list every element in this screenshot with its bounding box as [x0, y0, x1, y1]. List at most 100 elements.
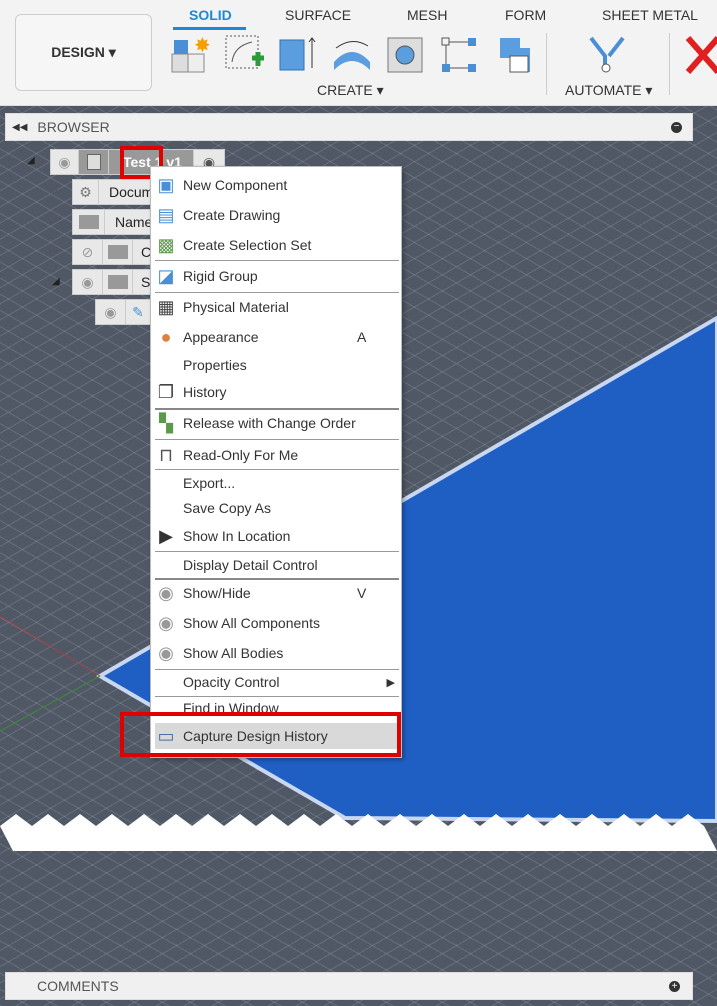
expand-triangle-icon[interactable]: ▷	[50, 215, 58, 226]
eye-icon[interactable]: ◉	[96, 300, 126, 324]
shortcut-key: A	[357, 329, 367, 345]
pattern-icon[interactable]	[438, 32, 482, 76]
menu-item-label: Opacity Control	[183, 674, 280, 690]
menu-item-show-hide[interactable]: ◉ Show/Hide V	[155, 580, 399, 606]
expand-triangle-icon[interactable]: ▷	[50, 185, 58, 196]
tab-surface[interactable]: SURFACE	[285, 7, 351, 23]
menu-icon-placeholder	[155, 472, 177, 494]
revolve-icon[interactable]	[330, 32, 374, 76]
submenu-arrow-icon: ▶	[386, 676, 395, 689]
node-label: S	[141, 274, 151, 290]
menu-item-export[interactable]: Export...	[155, 470, 399, 496]
menu-item-label: Rigid Group	[183, 268, 258, 284]
history-icon: ❐	[157, 381, 175, 402]
tab-solid[interactable]: SOLID	[189, 7, 232, 23]
tree-node-sketch[interactable]: ◉ ✎	[95, 299, 152, 325]
selection-set-icon: ▩	[157, 234, 175, 255]
menu-item-create-drawing[interactable]: ▤ Create Drawing	[155, 202, 399, 228]
browser-title: BROWSER	[37, 119, 110, 135]
new-component-icon: ▣	[157, 174, 175, 195]
automate-icon[interactable]	[585, 32, 629, 76]
menu-item-label: Physical Material	[183, 299, 289, 315]
y-axis-line	[0, 675, 101, 732]
menu-item-label: Read-Only For Me	[183, 447, 299, 463]
menu-item-label: Save Copy As	[183, 500, 271, 516]
rigid-group-icon: ◪	[157, 265, 175, 286]
expand-icon[interactable]: +	[669, 980, 680, 992]
eye-hidden-icon[interactable]: ⊘	[73, 240, 103, 264]
menu-item-release-with-change-order[interactable]: ▚ Release with Change Order	[155, 410, 399, 436]
expand-triangle-icon[interactable]: ◢	[52, 276, 60, 287]
expand-triangle-icon[interactable]: ◢	[27, 155, 35, 166]
menu-separator	[155, 408, 399, 410]
folder-icon	[103, 270, 133, 294]
menu-separator	[155, 292, 399, 293]
menu-item-label: Show All Components	[183, 615, 320, 631]
create-drawing-icon: ▤	[157, 204, 175, 225]
design-workspace-button[interactable]: DESIGN ▾	[15, 14, 152, 91]
node-label: Docum	[109, 184, 152, 200]
menu-separator	[155, 696, 399, 697]
menu-item-label: Show In Location	[183, 528, 291, 544]
close-icon[interactable]	[684, 32, 717, 76]
menu-item-label: Export...	[183, 475, 236, 491]
tab-mesh[interactable]: MESH	[407, 7, 447, 23]
browser-panel-header[interactable]: ◀◀ BROWSER −	[5, 113, 693, 141]
menu-separator	[155, 439, 399, 440]
eye-icon: ◉	[158, 642, 174, 663]
menu-separator	[155, 578, 399, 580]
menu-item-history[interactable]: ❐ History	[155, 379, 399, 405]
eye-icon[interactable]: ◉	[51, 150, 79, 174]
tree-node-document-settings[interactable]: ⚙ Docum	[72, 179, 152, 205]
menu-item-read-only-for-me[interactable]: ⊓ Read-Only For Me	[155, 442, 399, 468]
folder-icon	[73, 210, 105, 234]
menu-item-label: Release with Change Order	[183, 415, 356, 431]
expand-triangle-icon[interactable]: ▷	[50, 245, 58, 256]
menu-item-rigid-group[interactable]: ◪ Rigid Group	[155, 263, 399, 289]
tree-node-origin[interactable]: ⊘ C	[72, 239, 152, 265]
sketch-icon: ✎	[132, 303, 144, 320]
minimize-icon[interactable]: −	[671, 121, 682, 133]
menu-item-label: Show/Hide	[183, 585, 251, 601]
menu-item-physical-material[interactable]: ▦ Physical Material	[155, 294, 399, 320]
combine-icon[interactable]	[492, 32, 536, 76]
tree-node-sketches[interactable]: ◉ S	[72, 269, 152, 295]
menu-item-save-copy-as[interactable]: Save Copy As	[155, 495, 399, 521]
tab-sheet-metal[interactable]: SHEET METAL	[602, 7, 698, 23]
toolbar: DESIGN ▾ SOLID SURFACE MESH FORM SHEET M…	[0, 0, 717, 106]
menu-item-label: Create Selection Set	[183, 237, 312, 253]
active-tab-indicator	[173, 27, 246, 30]
context-menu: ▣ New Component ▤ Create Drawing ▩ Create Sel…	[150, 166, 402, 758]
svg-text:✸: ✸	[194, 35, 211, 57]
menu-item-label: Properties	[183, 357, 247, 373]
eye-icon[interactable]: ◉	[73, 270, 103, 294]
automate-menu[interactable]: AUTOMATE ▾	[565, 82, 652, 99]
new-component-icon[interactable]: ✸	[168, 32, 212, 76]
shortcut-key: V	[357, 585, 367, 601]
menu-item-display-detail-control[interactable]: Display Detail Control	[155, 552, 399, 578]
collapse-icon[interactable]: ◀◀	[12, 122, 27, 133]
menu-item-properties[interactable]: Properties	[155, 352, 399, 378]
show-location-icon: ▶	[159, 525, 173, 546]
create-sketch-icon[interactable]	[222, 32, 266, 76]
menu-item-create-selection-set[interactable]: ▩ Create Selection Set	[155, 232, 399, 258]
comments-panel-header[interactable]: COMMENTS +	[5, 972, 693, 1000]
hole-icon[interactable]	[384, 32, 428, 76]
menu-separator	[155, 551, 399, 552]
menu-item-appearance[interactable]: ● Appearance A	[155, 324, 399, 350]
extrude-icon[interactable]	[276, 32, 320, 76]
menu-item-new-component[interactable]: ▣ New Component	[155, 172, 399, 198]
release-icon: ▚	[159, 412, 173, 433]
menu-item-show-all-bodies[interactable]: ◉ Show All Bodies	[155, 640, 399, 666]
menu-icon-placeholder	[155, 554, 177, 576]
tab-form[interactable]: FORM	[505, 7, 546, 23]
menu-icon-placeholder	[155, 497, 177, 519]
menu-icon-placeholder	[155, 354, 177, 376]
menu-item-label: Show All Bodies	[183, 645, 284, 661]
menu-item-opacity-control[interactable]: Opacity Control ▶	[155, 669, 399, 695]
menu-separator	[155, 260, 399, 261]
menu-item-show-in-location[interactable]: ▶ Show In Location	[155, 523, 399, 549]
menu-item-show-all-components[interactable]: ◉ Show All Components	[155, 610, 399, 636]
create-menu[interactable]: CREATE ▾	[317, 82, 384, 99]
tree-node-named-views[interactable]: Name	[72, 209, 152, 235]
